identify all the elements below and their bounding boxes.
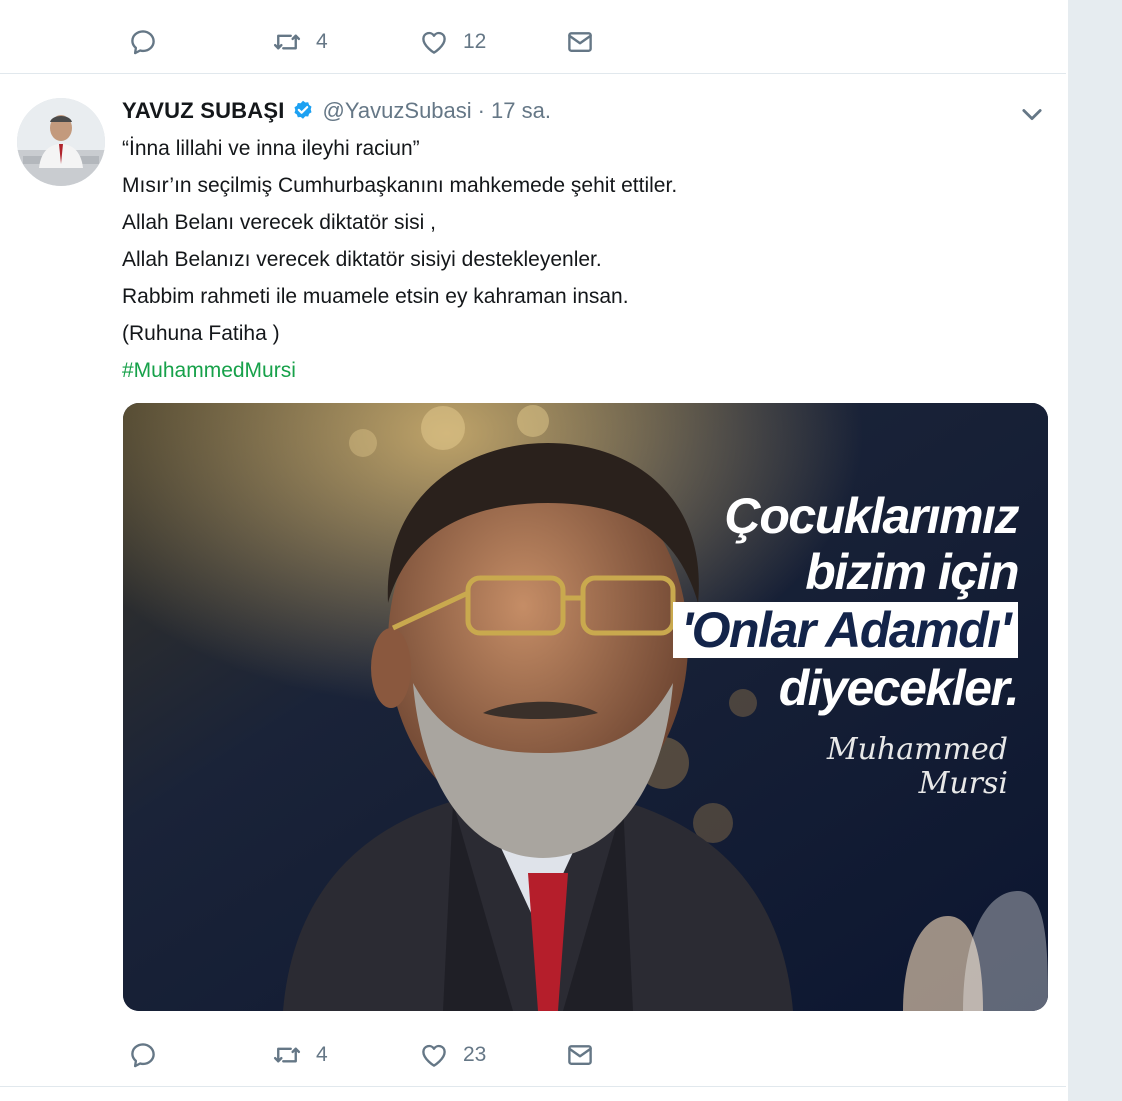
- like-count: 12: [463, 30, 487, 53]
- retweet-icon: [273, 1047, 301, 1063]
- author-name[interactable]: YAVUZ SUBAŞI: [122, 98, 285, 124]
- avatar-image: [17, 98, 105, 186]
- avatar[interactable]: [17, 98, 105, 186]
- dm-icon: [568, 1045, 592, 1065]
- signature-line: Muhammed: [826, 732, 1008, 767]
- image-quote-line: Çocuklarımız: [724, 488, 1020, 544]
- like-icon: [422, 31, 446, 54]
- reply-button[interactable]: [128, 22, 172, 62]
- reply-icon: [131, 1043, 155, 1068]
- retweet-button[interactable]: 4: [272, 1035, 328, 1075]
- like-button[interactable]: 12: [419, 22, 486, 62]
- direct-message-button[interactable]: [565, 1035, 595, 1075]
- page-background-gutter: [1068, 0, 1122, 1101]
- verified-badge-icon: [294, 100, 312, 119]
- tweet-text: “İnna lillahi ve inna ileyhi raciun” Mıs…: [122, 130, 1022, 389]
- image-quote: Çocuklarımız bizim için 'Onlar Adamdı' d…: [673, 488, 1020, 716]
- tweet-options-button[interactable]: [1018, 100, 1046, 128]
- tweet-actions: 4 23: [0, 1035, 1066, 1075]
- tweet-text-line: (Ruhuna Fatiha ): [122, 322, 280, 345]
- previous-tweet-actions: 4 12: [0, 22, 1066, 62]
- tweet-image[interactable]: Çocuklarımız bizim için 'Onlar Adamdı' d…: [123, 403, 1048, 1011]
- tweet-text-line: “İnna lillahi ve inna ileyhi raciun”: [122, 137, 420, 160]
- divider: [0, 1086, 1066, 1087]
- tweet-text-line: Allah Belanızı verecek diktatör sisiyi d…: [122, 248, 602, 271]
- retweet-count: 4: [316, 1043, 328, 1066]
- image-signature: Muhammed Mursi: [827, 733, 1008, 801]
- image-quote-line: bizim için: [805, 544, 1019, 600]
- retweet-button[interactable]: 4: [272, 22, 328, 62]
- caret-down-icon: [1022, 109, 1042, 121]
- like-count: 23: [463, 1043, 487, 1066]
- retweet-count: 4: [316, 30, 328, 53]
- reply-icon: [131, 30, 155, 55]
- page: 4 12 YAVUZ SUBAŞI @YavuzSubasi · 17 sa. …: [0, 0, 1122, 1101]
- timeline-feed: 4 12 YAVUZ SUBAŞI @YavuzSubasi · 17 sa. …: [0, 0, 1066, 1101]
- tweet[interactable]: YAVUZ SUBAŞI @YavuzSubasi · 17 sa. “İnna…: [0, 74, 1066, 1086]
- tweet-text-line: Rabbim rahmeti ile muamele etsin ey kahr…: [122, 285, 629, 308]
- retweet-icon: [273, 34, 301, 50]
- reply-button[interactable]: [128, 1035, 158, 1075]
- tweet-header: YAVUZ SUBAŞI @YavuzSubasi · 17 sa.: [122, 96, 551, 126]
- dm-icon: [568, 32, 592, 52]
- image-quote-line: diyecekler.: [778, 660, 1020, 716]
- signature-line: Mursi: [918, 766, 1008, 801]
- tweet-timestamp[interactable]: 17 sa.: [491, 98, 551, 124]
- image-quote-highlight: 'Onlar Adamdı': [673, 602, 1018, 658]
- separator-dot: ·: [477, 98, 485, 123]
- like-icon: [422, 1044, 446, 1067]
- tweet-text-line: Mısır’ın seçilmiş Cumhurbaşkanını mahkem…: [122, 174, 678, 197]
- tweet-text-line: Allah Belanı verecek diktatör sisi ,: [122, 211, 436, 234]
- like-button[interactable]: 23: [419, 1035, 486, 1075]
- author-handle[interactable]: @YavuzSubasi: [323, 98, 472, 124]
- hashtag-link[interactable]: #MuhammedMursi: [122, 359, 296, 382]
- direct-message-button[interactable]: [565, 22, 595, 62]
